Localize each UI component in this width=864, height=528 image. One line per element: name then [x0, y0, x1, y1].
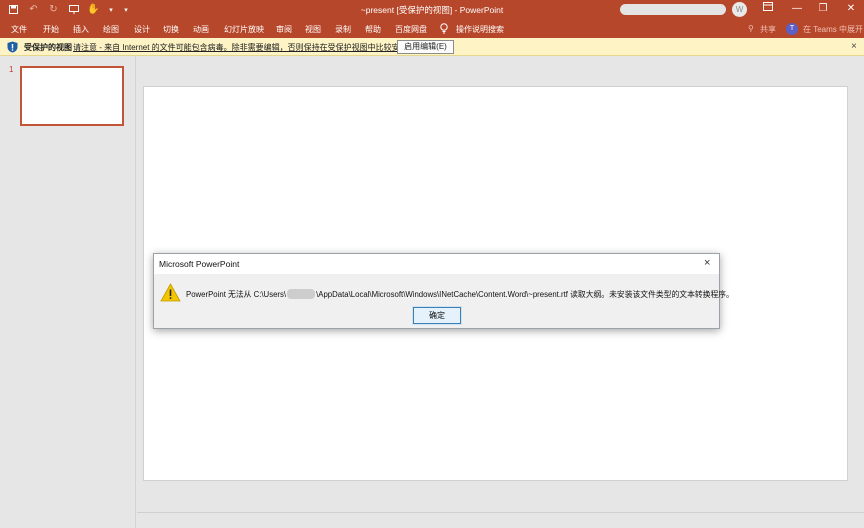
- tab-transitions[interactable]: 切换: [163, 24, 179, 35]
- notes-divider[interactable]: [137, 512, 864, 513]
- slide-thumbnail-pane: 1: [0, 56, 136, 528]
- tab-review[interactable]: 审阅: [276, 24, 292, 35]
- tab-design[interactable]: 设计: [134, 24, 150, 35]
- tab-baidu-netdisk[interactable]: 百度网盘: [395, 24, 427, 35]
- slide-thumbnail[interactable]: [20, 66, 124, 126]
- tab-animations[interactable]: 动画: [193, 24, 209, 35]
- ok-button[interactable]: 确定: [412, 306, 462, 325]
- tab-insert[interactable]: 插入: [73, 24, 89, 35]
- enable-editing-button[interactable]: 启用编辑(E): [397, 40, 454, 54]
- tab-file[interactable]: 文件: [11, 24, 27, 35]
- teams-button[interactable]: 在 Teams 中展开: [803, 24, 863, 35]
- tab-help[interactable]: 帮助: [365, 24, 381, 35]
- ribbon-display-options-icon[interactable]: [760, 2, 776, 16]
- account-name-redacted[interactable]: [620, 4, 726, 15]
- teams-icon: T: [786, 23, 798, 35]
- avatar[interactable]: W: [732, 2, 747, 17]
- restore-icon[interactable]: ❐: [815, 2, 831, 16]
- dialog-close-icon[interactable]: ×: [704, 257, 710, 269]
- tell-me-search[interactable]: 操作说明搜索: [456, 24, 504, 35]
- dialog-message: PowerPoint 无法从 C:\Users\ \AppData\Local\M…: [186, 289, 734, 300]
- close-window-icon[interactable]: ✕: [843, 2, 859, 16]
- redacted-username: [287, 289, 316, 299]
- dialog-message-start: PowerPoint 无法从 C:\Users\: [186, 290, 287, 299]
- dialog-message-end: \AppData\Local\Microsoft\Windows\INetCac…: [316, 290, 734, 299]
- tab-home[interactable]: 开始: [43, 24, 59, 35]
- ribbon-tabs: 文件 开始 插入 绘图 设计 切换 动画 幻灯片放映 审阅 视图 录制 帮助 百…: [0, 20, 864, 38]
- dialog-title: Microsoft PowerPoint: [159, 259, 240, 269]
- protected-view-message[interactable]: 请注意 - 来自 Internet 的文件可能包含病毒。除非需要编辑，否则保持在…: [73, 42, 416, 53]
- minimize-icon[interactable]: —: [789, 2, 805, 16]
- warning-icon: [160, 283, 181, 302]
- lightbulb-icon: [440, 23, 449, 34]
- slide-number: 1: [9, 65, 14, 74]
- title-bar: ↶ ↻ ✋ ▾ ▾ ~present [受保护的视图] - PowerPoint…: [0, 0, 864, 20]
- tab-record[interactable]: 录制: [335, 24, 351, 35]
- dialog-title-bar[interactable]: Microsoft PowerPoint ×: [154, 254, 719, 274]
- protected-view-bar: 受保护的视图 请注意 - 来自 Internet 的文件可能包含病毒。除非需要编…: [0, 38, 864, 56]
- share-icon[interactable]: ⚲: [748, 24, 754, 33]
- error-dialog: Microsoft PowerPoint × PowerPoint 无法从 C:…: [153, 253, 734, 329]
- tab-slideshow[interactable]: 幻灯片放映: [224, 24, 264, 35]
- shield-icon: [7, 41, 18, 53]
- protected-view-label: 受保护的视图: [24, 43, 72, 52]
- share-button[interactable]: 共享: [760, 24, 776, 35]
- close-icon[interactable]: ×: [851, 41, 857, 52]
- tab-view[interactable]: 视图: [305, 24, 321, 35]
- tab-draw[interactable]: 绘图: [103, 24, 119, 35]
